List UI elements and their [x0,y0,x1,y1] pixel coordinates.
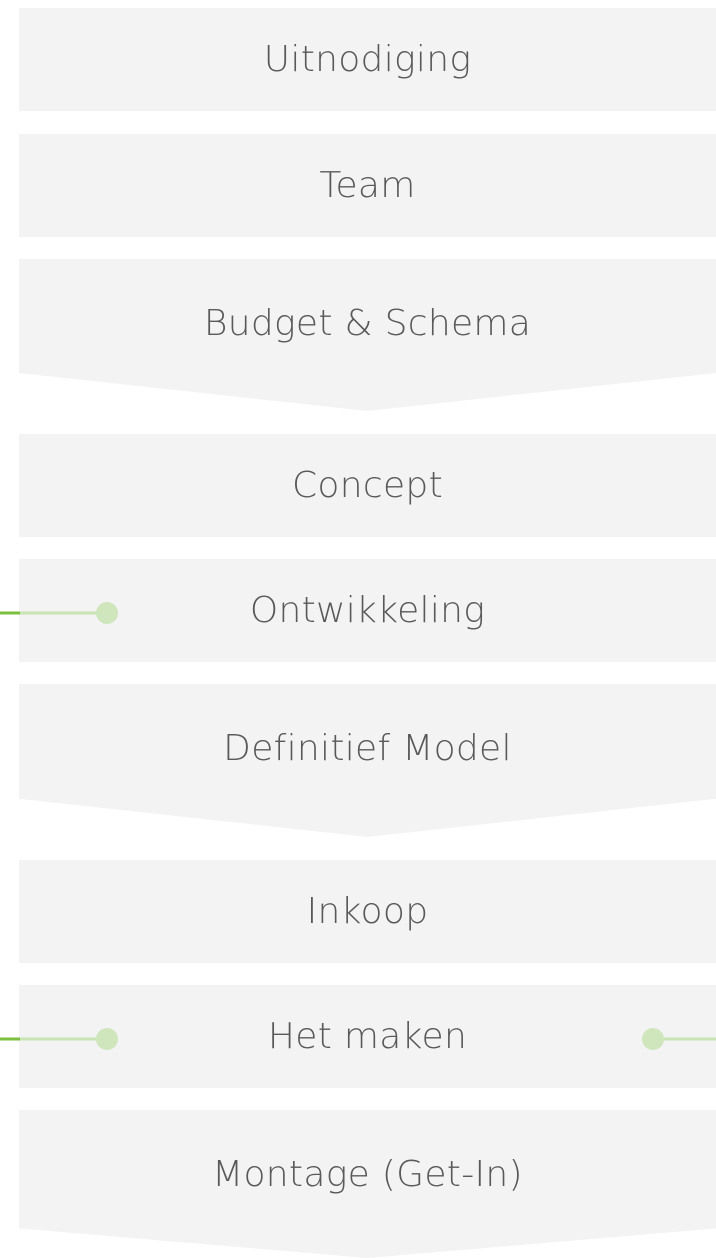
step-inkoop: Inkoop [19,860,716,963]
step-uitnodiging: Uitnodiging [19,8,716,111]
step-label: Ontwikkeling [249,590,486,631]
step-label: Team [319,165,416,206]
step-label: Budget & Schema [203,303,532,344]
step-budget-schema: Budget & Schema [19,259,716,411]
step-label: Definitief Model [223,728,512,769]
step-label: Inkoop [306,891,429,932]
step-definitief-model: Definitief Model [19,684,716,837]
connector-left-het-maken [0,1017,130,1061]
step-label: Uitnodiging [263,39,472,80]
step-label: Concept [292,465,443,506]
step-montage-get-in: Montage (Get-In) [19,1110,716,1258]
step-label: Montage (Get-In) [212,1154,523,1195]
connector-right-het-maken [586,1017,716,1061]
step-concept: Concept [19,434,716,537]
connector-left-ontwikkeling [0,591,130,635]
step-team: Team [19,134,716,237]
step-label: Het maken [267,1016,468,1057]
